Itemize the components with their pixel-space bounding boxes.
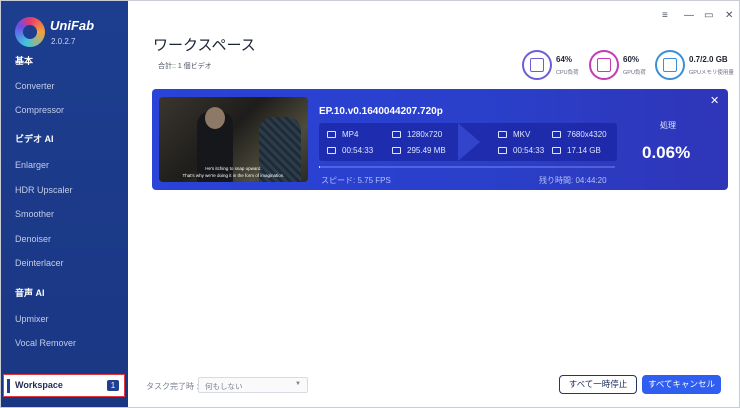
sidebar-item-enlarger[interactable]: Enlarger [15, 160, 49, 170]
source-duration-text: 00:54:33 [342, 146, 374, 155]
cancel-all-button[interactable]: すべてキャンセル [642, 375, 721, 394]
close-icon[interactable]: ✕ [725, 10, 733, 21]
video-icon [498, 131, 507, 138]
task-progress-bar [319, 166, 615, 168]
sidebar-item-workspace[interactable]: Workspace 1 [3, 374, 125, 397]
resolution-icon [392, 131, 401, 138]
processing-label: 処理 [660, 121, 676, 130]
target-duration: 00:54:33 [498, 146, 544, 155]
amd-gpu-icon [597, 58, 611, 72]
convert-arrow-icon [458, 123, 480, 161]
sidebar-item-smoother[interactable]: Smoother [15, 209, 54, 219]
clock-icon [498, 147, 507, 154]
gpu-memory-label: GPUメモリ使用量 [689, 70, 734, 76]
sidebar-item-compressor[interactable]: Compressor [15, 105, 64, 115]
sidebar: UniFab 2.0.2.7 基本 Converter Compressor ビ… [1, 1, 128, 407]
source-size: 295.49 MB [392, 146, 446, 155]
target-size-text: 17.14 GB [567, 146, 601, 155]
gpu-ring [589, 50, 619, 80]
source-duration: 00:54:33 [327, 146, 373, 155]
thumbnail-figure-left [197, 107, 233, 182]
task-speed: スピード: 5.75 FPS [321, 176, 391, 185]
on-complete-label: タスク完了時 : [146, 382, 199, 391]
task-card: He's itching to snap upward. That's why … [152, 89, 728, 190]
video-count: 合計:: 1 個ビデオ [158, 63, 212, 70]
target-format: MKV [498, 130, 530, 139]
unifab-logo-icon [15, 17, 45, 47]
source-resolution: 1280x720 [392, 130, 442, 139]
task-close-icon[interactable]: ✕ [710, 94, 719, 107]
folder-icon [552, 147, 561, 154]
sidebar-item-vocal-remover[interactable]: Vocal Remover [15, 338, 76, 348]
source-format-text: MP4 [342, 130, 359, 139]
target-format-text: MKV [513, 130, 531, 139]
folder-icon [392, 147, 401, 154]
task-filename: EP.10.v0.1640044207.720p [319, 106, 443, 117]
memory-icon [663, 58, 677, 72]
gpu-memory-value: 0.7/2.0 GB [689, 55, 728, 64]
minimize-icon[interactable]: — [684, 10, 694, 21]
active-indicator [7, 379, 10, 393]
target-resolution-text: 7680x4320 [567, 130, 607, 139]
source-resolution-text: 1280x720 [407, 130, 443, 139]
cpu-value: 64% [556, 55, 573, 64]
source-format: MP4 [327, 130, 358, 139]
sidebar-item-converter[interactable]: Converter [15, 81, 55, 91]
target-size: 17.14 GB [552, 146, 601, 155]
cpu-label: CPU負荷 [556, 70, 579, 76]
pause-all-button[interactable]: すべて一時停止 [559, 375, 637, 394]
menu-icon[interactable]: ≡ [662, 10, 668, 21]
thumbnail-subtitle-2: That's why we're doing it in the form of… [182, 173, 285, 178]
thumbnail-subtitle-1: He's itching to snap upward. [205, 166, 262, 171]
gpu-label: GPU負荷 [623, 70, 646, 76]
clock-icon [327, 147, 336, 154]
page-title: ワークスペース [153, 37, 256, 54]
sidebar-item-denoiser[interactable]: Denoiser [15, 234, 51, 244]
processing-percent: 0.06% [642, 143, 691, 162]
maximize-icon[interactable]: ▭ [704, 10, 713, 21]
sidebar-item-deinterlacer[interactable]: Deinterlacer [15, 258, 64, 268]
chevron-down-icon: ▼ [295, 381, 301, 387]
task-remaining-time: 残り時間: 04:44:20 [539, 176, 607, 185]
on-complete-value: 何もしない [205, 382, 243, 391]
on-complete-select[interactable]: 何もしない ▼ [198, 377, 308, 393]
target-duration-text: 00:54:33 [513, 146, 545, 155]
task-progress-fill [319, 166, 320, 168]
sidebar-item-hdr-upscaler[interactable]: HDR Upscaler [15, 185, 73, 195]
source-size-text: 295.49 MB [407, 146, 446, 155]
app-version: 2.0.2.7 [51, 37, 76, 46]
resolution-icon [552, 131, 561, 138]
target-resolution: 7680x4320 [552, 130, 607, 139]
section-audio-ai: 音声 AI [15, 288, 45, 298]
gpu-value: 60% [623, 55, 640, 64]
video-thumbnail: He's itching to snap upward. That's why … [159, 97, 308, 182]
section-video-ai: ビデオ AI [15, 134, 54, 144]
workspace-label: Workspace [15, 380, 63, 390]
workspace-count-badge: 1 [107, 380, 119, 391]
app-window: UniFab 2.0.2.7 基本 Converter Compressor ビ… [0, 0, 740, 408]
brand-name: UniFab [50, 18, 95, 33]
video-icon [327, 131, 336, 138]
cpu-icon [530, 58, 544, 72]
sidebar-item-upmixer[interactable]: Upmixer [15, 314, 49, 324]
memory-ring [655, 50, 685, 80]
cpu-ring [522, 50, 552, 80]
section-basic: 基本 [15, 56, 34, 66]
